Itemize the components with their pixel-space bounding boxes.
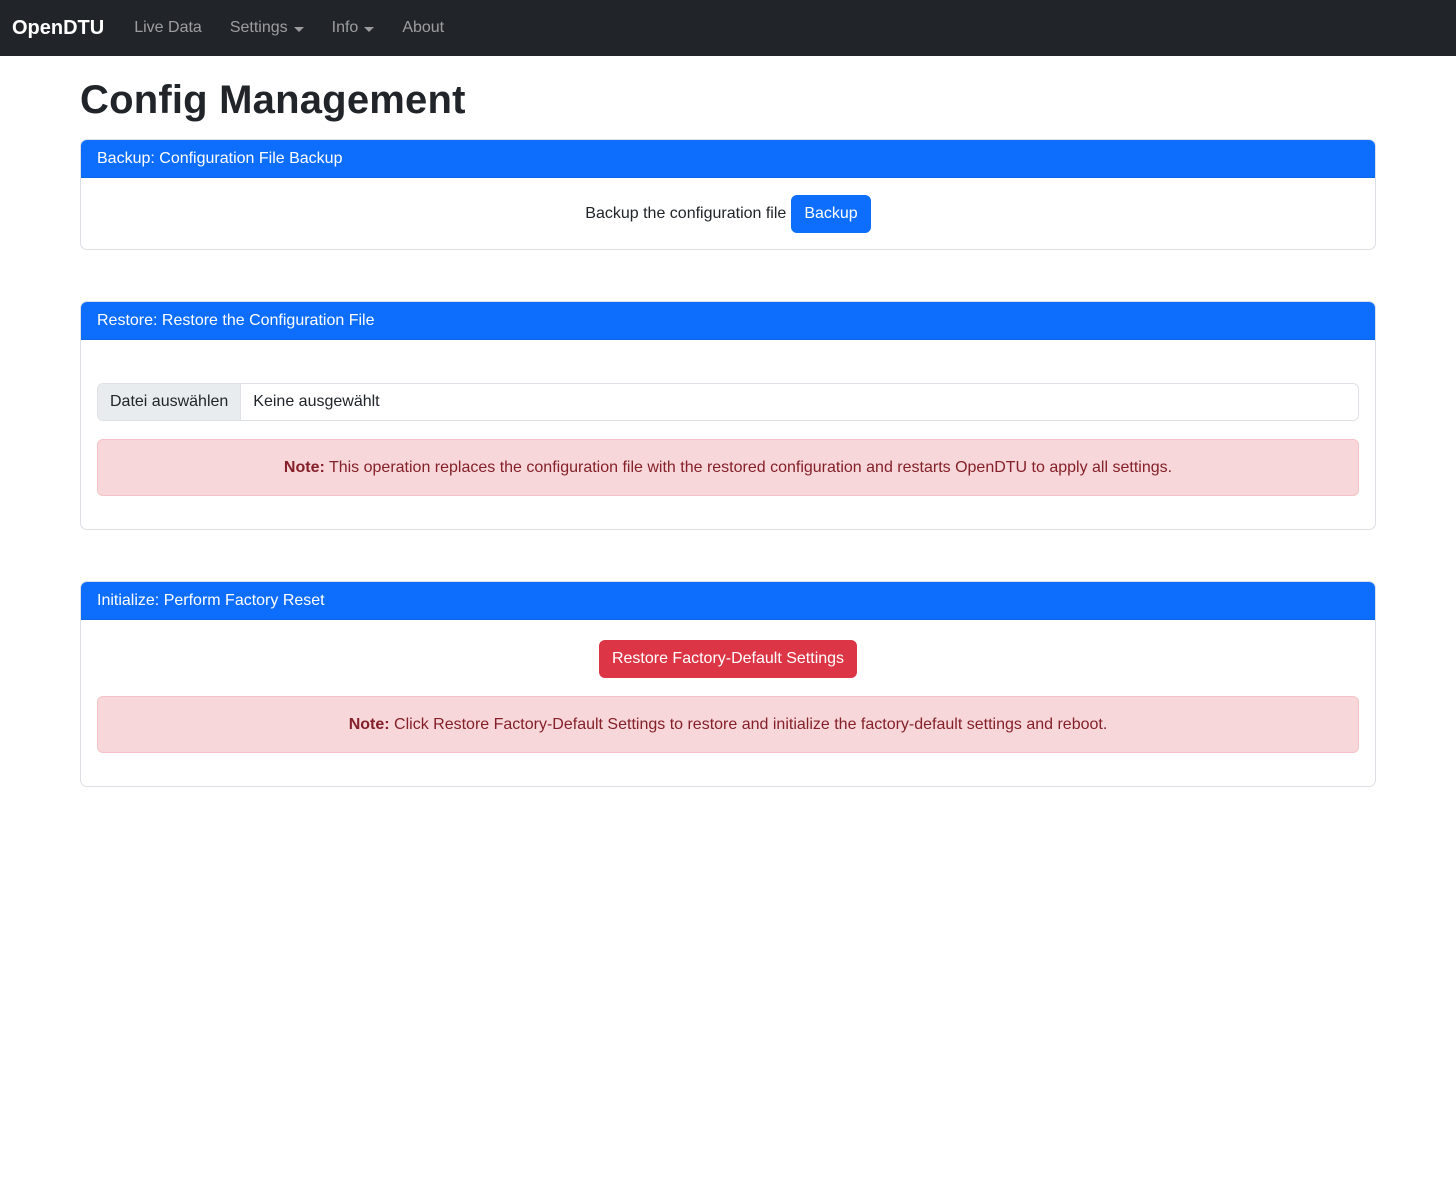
chevron-down-icon <box>294 27 304 32</box>
initialize-card-header: Initialize: Perform Factory Reset <box>81 582 1375 620</box>
file-select-button[interactable]: Datei auswählen <box>98 384 241 420</box>
factory-reset-button[interactable]: Restore Factory-Default Settings <box>599 640 857 678</box>
nav-item-live-data-label: Live Data <box>134 19 202 37</box>
backup-card-header: Backup: Configuration File Backup <box>81 140 1375 178</box>
restore-card: Restore: Restore the Configuration File … <box>80 301 1376 530</box>
factory-reset-button-row: Restore Factory-Default Settings <box>97 640 1359 678</box>
nav-item-settings[interactable]: Settings <box>216 11 318 45</box>
initialize-note-alert: Note: Click Restore Factory-Default Sett… <box>97 696 1359 753</box>
restore-file-input[interactable]: Datei auswählen Keine ausgewählt <box>97 383 1359 421</box>
nav-item-live-data[interactable]: Live Data <box>120 11 216 45</box>
nav-item-info[interactable]: Info <box>318 11 389 45</box>
chevron-down-icon <box>364 27 374 32</box>
restore-card-body: Datei auswählen Keine ausgewählt Note: T… <box>81 340 1375 529</box>
page-title: Config Management <box>80 78 1376 123</box>
nav-item-info-label: Info <box>332 19 359 37</box>
initialize-note-label: Note: <box>349 716 390 733</box>
restore-note-label: Note: <box>284 459 325 476</box>
brand-opendtu[interactable]: OpenDTU <box>12 17 104 40</box>
nav-item-about[interactable]: About <box>388 11 458 45</box>
restore-note-text: This operation replaces the configuratio… <box>325 459 1172 476</box>
restore-card-header: Restore: Restore the Configuration File <box>81 302 1375 340</box>
navbar-menu: Live Data Settings Info About <box>120 11 458 45</box>
initialize-card-body: Restore Factory-Default Settings Note: C… <box>81 620 1375 786</box>
file-selected-status: Keine ausgewählt <box>241 384 391 420</box>
nav-item-about-label: About <box>402 19 444 37</box>
backup-card: Backup: Configuration File Backup Backup… <box>80 139 1376 250</box>
backup-card-body: Backup the configuration file Backup <box>81 178 1375 249</box>
main-content: Config Management Backup: Configuration … <box>80 56 1376 787</box>
initialize-note-text: Click Restore Factory-Default Settings t… <box>390 716 1108 733</box>
nav-item-settings-label: Settings <box>230 19 288 37</box>
top-navbar: OpenDTU Live Data Settings Info About <box>0 0 1456 56</box>
initialize-card: Initialize: Perform Factory Reset Restor… <box>80 581 1376 787</box>
backup-button[interactable]: Backup <box>791 195 870 233</box>
backup-description: Backup the configuration file <box>585 205 786 223</box>
restore-note-alert: Note: This operation replaces the config… <box>97 439 1359 496</box>
